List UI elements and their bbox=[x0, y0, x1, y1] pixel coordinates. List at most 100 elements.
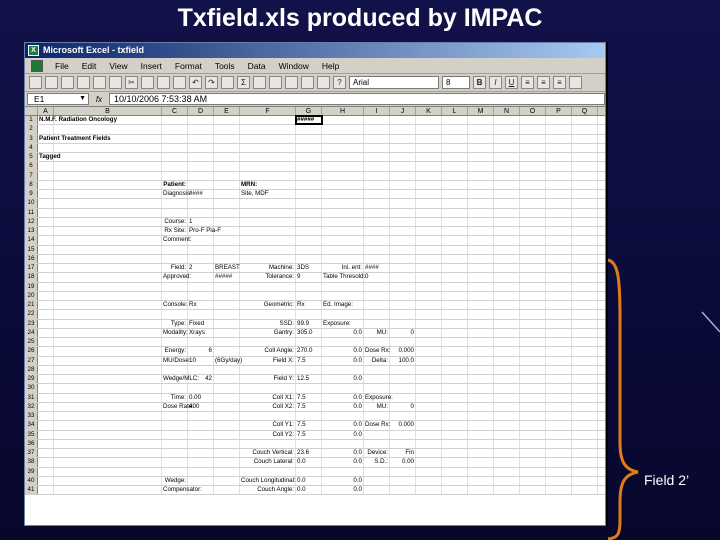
cell[interactable] bbox=[572, 412, 598, 421]
cell[interactable] bbox=[520, 328, 546, 337]
cell[interactable] bbox=[572, 430, 598, 439]
cell[interactable] bbox=[442, 421, 468, 430]
cell[interactable] bbox=[296, 439, 322, 448]
cell[interactable] bbox=[188, 430, 214, 439]
cell[interactable] bbox=[390, 134, 416, 143]
cell[interactable] bbox=[416, 125, 442, 134]
cell[interactable] bbox=[468, 365, 494, 374]
cell[interactable] bbox=[390, 153, 416, 162]
cell[interactable] bbox=[468, 319, 494, 328]
cell[interactable] bbox=[364, 301, 390, 310]
cell[interactable] bbox=[520, 476, 546, 485]
cell[interactable] bbox=[546, 430, 572, 439]
cell[interactable] bbox=[54, 347, 162, 356]
cell[interactable] bbox=[572, 467, 598, 476]
cell[interactable] bbox=[188, 116, 214, 125]
cell[interactable] bbox=[468, 116, 494, 125]
cell[interactable] bbox=[296, 338, 322, 347]
cell[interactable] bbox=[468, 236, 494, 245]
cell[interactable] bbox=[38, 347, 54, 356]
cell[interactable] bbox=[188, 245, 214, 254]
cell[interactable] bbox=[240, 134, 296, 143]
cell[interactable] bbox=[468, 384, 494, 393]
cell[interactable] bbox=[38, 375, 54, 384]
cell[interactable] bbox=[322, 217, 364, 226]
cell[interactable] bbox=[390, 264, 416, 273]
cell[interactable] bbox=[390, 254, 416, 263]
cell[interactable] bbox=[520, 273, 546, 282]
cell[interactable] bbox=[390, 208, 416, 217]
cell[interactable] bbox=[442, 282, 468, 291]
cell[interactable] bbox=[572, 365, 598, 374]
cell[interactable] bbox=[468, 486, 494, 495]
column-header[interactable]: O bbox=[520, 107, 546, 115]
cell[interactable]: Diagnosis: bbox=[162, 190, 192, 199]
cell[interactable] bbox=[546, 217, 572, 226]
cell[interactable] bbox=[162, 430, 188, 439]
cell[interactable] bbox=[520, 393, 546, 402]
cell[interactable] bbox=[520, 430, 546, 439]
cell[interactable] bbox=[494, 199, 520, 208]
cell[interactable] bbox=[494, 134, 520, 143]
select-all-corner[interactable] bbox=[25, 107, 38, 115]
cell[interactable] bbox=[468, 273, 494, 282]
cell[interactable] bbox=[54, 449, 162, 458]
cell[interactable]: Time: bbox=[162, 393, 188, 402]
cell[interactable] bbox=[162, 421, 188, 430]
cell[interactable] bbox=[572, 116, 598, 125]
cell[interactable] bbox=[520, 310, 546, 319]
cell[interactable] bbox=[38, 338, 54, 347]
cell[interactable] bbox=[296, 310, 322, 319]
cell[interactable]: Compensator: bbox=[162, 486, 202, 495]
cell[interactable] bbox=[520, 467, 546, 476]
cell[interactable]: Rx Site: bbox=[162, 227, 188, 236]
cell[interactable]: Field: bbox=[162, 264, 188, 273]
cell[interactable] bbox=[572, 402, 598, 411]
cell[interactable] bbox=[520, 356, 546, 365]
cell[interactable] bbox=[494, 393, 520, 402]
cell[interactable] bbox=[468, 375, 494, 384]
cell[interactable] bbox=[240, 412, 296, 421]
cell[interactable] bbox=[442, 476, 468, 485]
cell[interactable] bbox=[390, 319, 416, 328]
row-header[interactable]: 27 bbox=[25, 356, 38, 365]
cell[interactable] bbox=[390, 282, 416, 291]
cell[interactable] bbox=[214, 282, 240, 291]
cell[interactable] bbox=[572, 273, 598, 282]
cell[interactable] bbox=[442, 412, 468, 421]
cell[interactable] bbox=[188, 254, 214, 263]
print-icon[interactable] bbox=[77, 76, 90, 89]
cell[interactable] bbox=[364, 162, 390, 171]
align-right-icon[interactable]: ≡ bbox=[553, 76, 566, 89]
cell[interactable]: ##### bbox=[214, 273, 240, 282]
cell[interactable] bbox=[322, 310, 364, 319]
cell[interactable] bbox=[54, 134, 162, 143]
cell[interactable] bbox=[416, 476, 442, 485]
cell[interactable]: 0.0 bbox=[322, 375, 364, 384]
cell[interactable] bbox=[390, 143, 416, 152]
cell[interactable] bbox=[572, 328, 598, 337]
cell[interactable]: Delta: bbox=[364, 356, 390, 365]
cell[interactable] bbox=[214, 291, 240, 300]
cell[interactable] bbox=[494, 273, 520, 282]
menu-file[interactable]: File bbox=[49, 58, 76, 73]
row-header[interactable]: 11 bbox=[25, 208, 38, 217]
cell[interactable] bbox=[54, 162, 162, 171]
cell[interactable]: Comment: bbox=[162, 236, 192, 245]
cell[interactable] bbox=[468, 458, 494, 467]
menu-data[interactable]: Data bbox=[242, 58, 273, 73]
cell[interactable] bbox=[442, 190, 468, 199]
cell[interactable] bbox=[494, 264, 520, 273]
cell[interactable] bbox=[162, 384, 188, 393]
cell[interactable] bbox=[240, 291, 296, 300]
workbook-icon[interactable] bbox=[31, 60, 43, 72]
cell[interactable] bbox=[390, 171, 416, 180]
cell[interactable] bbox=[468, 180, 494, 189]
cell[interactable] bbox=[214, 476, 240, 485]
function-icon[interactable]: fx bbox=[89, 95, 109, 104]
cell[interactable] bbox=[520, 402, 546, 411]
cell[interactable] bbox=[54, 384, 162, 393]
cell[interactable] bbox=[38, 421, 54, 430]
cell[interactable] bbox=[38, 439, 54, 448]
cell[interactable] bbox=[520, 236, 546, 245]
